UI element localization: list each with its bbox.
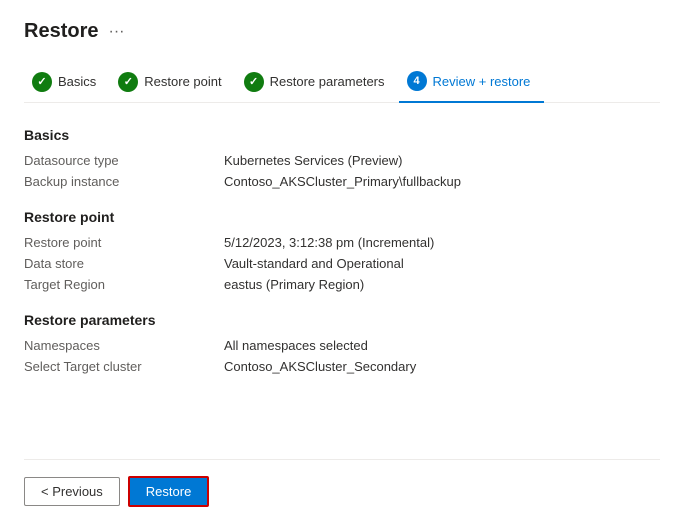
namespaces-value: All namespaces selected xyxy=(224,338,368,353)
target-cluster-row: Select Target cluster Contoso_AKSCluster… xyxy=(24,359,660,374)
backup-instance-row: Backup instance Contoso_AKSCluster_Prima… xyxy=(24,174,660,189)
restore-point-section-title: Restore point xyxy=(24,209,660,225)
step-restore-point-label: Restore point xyxy=(144,74,221,89)
data-store-value: Vault-standard and Operational xyxy=(224,256,404,271)
target-region-value: eastus (Primary Region) xyxy=(224,277,364,292)
page-menu-icon[interactable]: ··· xyxy=(108,23,124,41)
datasource-type-row: Datasource type Kubernetes Services (Pre… xyxy=(24,153,660,168)
footer: < Previous Restore xyxy=(24,459,660,507)
step-review-restore-number-icon: 4 xyxy=(407,71,427,91)
namespaces-label: Namespaces xyxy=(24,338,224,353)
step-review-restore[interactable]: 4 Review + restore xyxy=(399,63,545,103)
backup-instance-value: Contoso_AKSCluster_Primary\fullbackup xyxy=(224,174,461,189)
step-restore-parameters-label: Restore parameters xyxy=(270,74,385,89)
target-cluster-value: Contoso_AKSCluster_Secondary xyxy=(224,359,416,374)
basics-section-title: Basics xyxy=(24,127,660,143)
step-restore-parameters-check-icon xyxy=(244,72,264,92)
previous-button[interactable]: < Previous xyxy=(24,477,120,506)
basics-section: Basics Datasource type Kubernetes Servic… xyxy=(24,127,660,189)
step-restore-point[interactable]: Restore point xyxy=(110,64,235,102)
step-basics-check-icon xyxy=(32,72,52,92)
step-restore-point-check-icon xyxy=(118,72,138,92)
data-store-label: Data store xyxy=(24,256,224,271)
restore-button[interactable]: Restore xyxy=(128,476,210,507)
step-review-restore-label: Review + restore xyxy=(433,74,531,89)
namespaces-row: Namespaces All namespaces selected xyxy=(24,338,660,353)
restore-point-section: Restore point Restore point 5/12/2023, 3… xyxy=(24,209,660,292)
target-region-label: Target Region xyxy=(24,277,224,292)
restore-parameters-section: Restore parameters Namespaces All namesp… xyxy=(24,312,660,374)
restore-point-row: Restore point 5/12/2023, 3:12:38 pm (Inc… xyxy=(24,235,660,250)
step-basics[interactable]: Basics xyxy=(24,64,110,102)
datasource-type-label: Datasource type xyxy=(24,153,224,168)
step-restore-parameters[interactable]: Restore parameters xyxy=(236,64,399,102)
target-region-row: Target Region eastus (Primary Region) xyxy=(24,277,660,292)
step-basics-label: Basics xyxy=(58,74,96,89)
datasource-type-value: Kubernetes Services (Preview) xyxy=(224,153,402,168)
data-store-row: Data store Vault-standard and Operationa… xyxy=(24,256,660,271)
backup-instance-label: Backup instance xyxy=(24,174,224,189)
page-title: Restore xyxy=(24,20,98,43)
restore-parameters-section-title: Restore parameters xyxy=(24,312,660,328)
content-area: Basics Datasource type Kubernetes Servic… xyxy=(24,127,660,459)
wizard-steps: Basics Restore point Restore parameters … xyxy=(24,63,660,103)
restore-point-label: Restore point xyxy=(24,235,224,250)
target-cluster-label: Select Target cluster xyxy=(24,359,224,374)
restore-point-value: 5/12/2023, 3:12:38 pm (Incremental) xyxy=(224,235,434,250)
